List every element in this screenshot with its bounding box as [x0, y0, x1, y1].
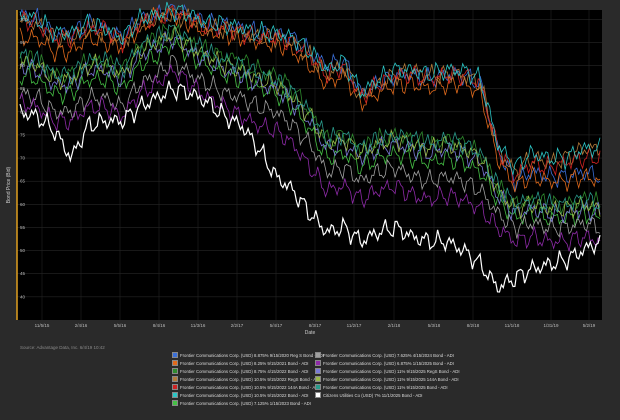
- legend-item: Frontier Communications Corp. (USD) 7.62…: [315, 352, 455, 358]
- x-tick-label: 11/5/15: [35, 323, 50, 328]
- legend-item: Frontier Communications Corp. (USD) 11% …: [315, 384, 455, 390]
- legend-swatch: [315, 376, 321, 382]
- y-tick-label: 95: [20, 40, 26, 45]
- legend-item: Frontier Communications Corp. (USD) 8.87…: [172, 352, 324, 358]
- x-tick-label: 2/2/17: [231, 323, 244, 328]
- legend-item: Frontier Communications Corp. (USD) 8.75…: [172, 368, 312, 374]
- x-tick-label: 2/1/18: [388, 323, 401, 328]
- legend-swatch: [172, 352, 178, 358]
- legend-item: Frontier Communications Corp. (USD) 8.25…: [172, 360, 312, 366]
- legend-label: Frontier Communications Corp. (USD) 8.87…: [180, 352, 325, 358]
- legend-label: Frontier Communications Corp. (USD) 10.5…: [180, 376, 321, 382]
- y-tick-label: 60: [20, 202, 26, 207]
- legend-item: Frontier Communications Corp. (USD) 10.5…: [172, 384, 319, 390]
- legend-label: Citizens Utilities Co (USD) 7% 11/1/2025…: [323, 392, 423, 398]
- y-tick-label: 50: [20, 248, 26, 253]
- legend-swatch: [315, 384, 321, 390]
- legend-label: Frontier Communications Corp. (USD) 11% …: [323, 376, 459, 382]
- legend-label: Frontier Communications Corp. (USD) 7.62…: [323, 352, 454, 358]
- x-tick-label: 5/4/17: [270, 323, 283, 328]
- legend-item: Frontier Communications Corp. (USD) 6.87…: [315, 360, 455, 366]
- y-tick-label: 75: [20, 132, 26, 137]
- x-tick-label: 5/3/18: [428, 323, 441, 328]
- legend-item: Frontier Communications Corp. (USD) 10.5…: [172, 376, 320, 382]
- legend-swatch: [172, 384, 178, 390]
- legend-label: Frontier Communications Corp. (USD) 10.5…: [180, 392, 309, 398]
- x-tick-label: 11/2/17: [347, 323, 362, 328]
- legend-swatch: [172, 400, 178, 406]
- legend-swatch: [172, 368, 178, 374]
- legend-label: Frontier Communications Corp. (USD) 7.12…: [180, 400, 311, 406]
- y-tick-label: 90: [20, 63, 26, 68]
- legend-label: Frontier Communications Corp. (USD) 8.25…: [180, 360, 309, 366]
- legend-swatch: [172, 376, 178, 382]
- y-tick-label: 80: [20, 109, 26, 114]
- source-note: Source: Advantage Data, Inc. 6/4/19 10:4…: [20, 345, 105, 350]
- legend: Frontier Communications Corp. (USD) 8.87…: [172, 352, 472, 406]
- x-tick-label: 5/2/19: [583, 323, 596, 328]
- x-tick-label: 8/3/17: [309, 323, 322, 328]
- y-tick-label: 70: [20, 156, 26, 161]
- legend-label: Frontier Communications Corp. (USD) 11% …: [323, 368, 460, 374]
- legend-swatch: [315, 392, 321, 398]
- x-tick-label: 11/3/16: [191, 323, 206, 328]
- y-axis-label: Bond Price (Bid): [6, 166, 12, 203]
- x-axis-label: Date: [305, 330, 316, 336]
- x-tick-label: 5/5/16: [114, 323, 127, 328]
- legend-item: Frontier Communications Corp. (USD) 7.12…: [172, 400, 312, 406]
- x-tick-label: 2/4/16: [75, 323, 88, 328]
- y-tick-label: 65: [20, 179, 26, 184]
- legend-label: Frontier Communications Corp. (USD) 6.87…: [323, 360, 454, 366]
- y-tick-label: 100: [20, 17, 28, 22]
- legend-item: Citizens Utilities Co (USD) 7% 11/1/2025…: [315, 392, 455, 398]
- legend-swatch: [315, 352, 321, 358]
- x-tick-label: 8/4/16: [153, 323, 166, 328]
- legend-label: Frontier Communications Corp. (USD) 8.75…: [180, 368, 309, 374]
- y-tick-label: 55: [20, 225, 26, 230]
- x-tick-label: 11/1/18: [505, 323, 520, 328]
- x-tick-label: 8/2/18: [467, 323, 480, 328]
- legend-label: Frontier Communications Corp. (USD) 11% …: [323, 384, 448, 390]
- legend-swatch: [315, 368, 321, 374]
- legend-item: Frontier Communications Corp. (USD) 11% …: [315, 376, 459, 382]
- x-tick-label: 1/31/19: [543, 323, 559, 328]
- legend-swatch: [172, 392, 178, 398]
- legend-item: Frontier Communications Corp. (USD) 10.5…: [172, 392, 312, 398]
- legend-item: Frontier Communications Corp. (USD) 11% …: [315, 368, 460, 374]
- y-tick-label: 85: [20, 86, 26, 91]
- legend-swatch: [315, 360, 321, 366]
- y-tick-label: 40: [20, 294, 26, 299]
- y-tick-label: 45: [20, 271, 26, 276]
- legend-label: Frontier Communications Corp. (USD) 10.5…: [180, 384, 320, 390]
- legend-spacer: [315, 400, 455, 406]
- legend-swatch: [172, 360, 178, 366]
- x-tick-labels: 11/5/15 2/4/16 5/5/16 8/4/16 11/3/16 2/2/17 5/…: [35, 323, 596, 328]
